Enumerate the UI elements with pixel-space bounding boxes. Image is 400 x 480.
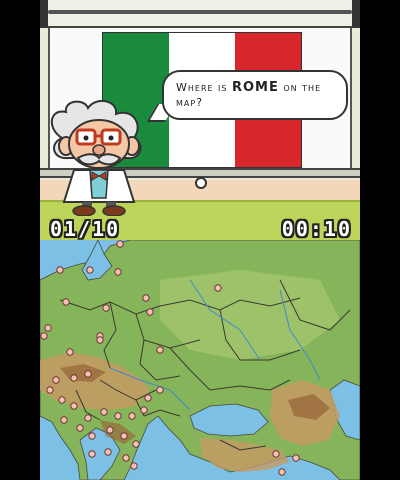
city-dot-icon[interactable] [144, 394, 152, 402]
city-dot-icon[interactable] [56, 266, 64, 274]
city-dot-icon[interactable] [114, 412, 122, 420]
rail-bar [48, 10, 352, 14]
city-dot-icon[interactable] [142, 294, 150, 302]
city-dot-icon[interactable] [104, 448, 112, 456]
city-dot-icon[interactable] [156, 346, 164, 354]
countdown-timer: 00:10 [281, 217, 352, 240]
city-dot-icon[interactable] [278, 468, 286, 476]
city-dot-icon[interactable] [70, 374, 78, 382]
question-progress: 01/10 [50, 217, 121, 240]
question-city: ROME [232, 80, 279, 95]
rail-bracket-left [40, 0, 48, 28]
question-text: Where is ROME on the map? [176, 80, 334, 110]
city-dot-icon[interactable] [70, 402, 78, 410]
city-dot-icon[interactable] [96, 336, 104, 344]
city-dot-icon[interactable] [272, 450, 280, 458]
city-dot-icon[interactable] [86, 266, 94, 274]
speech-bubble: Where is ROME on the map? [162, 70, 348, 120]
city-dot-icon[interactable] [100, 408, 108, 416]
top-screen: Where is ROME on the map? 01/10 00:10 [40, 0, 360, 240]
city-dot-icon[interactable] [46, 386, 54, 394]
city-dot-icon[interactable] [88, 450, 96, 458]
city-dot-icon[interactable] [122, 454, 130, 462]
city-dot-icon[interactable] [84, 414, 92, 422]
city-dot-icon[interactable] [102, 304, 110, 312]
city-dot-icon[interactable] [130, 462, 138, 470]
city-dot-icon[interactable] [58, 396, 66, 404]
city-dot-icon[interactable] [214, 284, 222, 292]
city-dot-icon[interactable] [60, 416, 68, 424]
city-dot-icon[interactable] [114, 268, 122, 276]
city-dot-icon[interactable] [146, 308, 154, 316]
rail-bracket-right [352, 0, 360, 28]
city-dot-icon[interactable] [52, 376, 60, 384]
city-dot-icon[interactable] [40, 332, 48, 340]
map-screen[interactable] [40, 240, 360, 480]
city-dot-icon[interactable] [128, 412, 136, 420]
city-dot-icon[interactable] [106, 426, 114, 434]
city-dot-icon[interactable] [132, 440, 140, 448]
city-dot-icon[interactable] [120, 432, 128, 440]
board-rail [40, 0, 360, 28]
city-dot-icon[interactable] [76, 424, 84, 432]
question-prefix: Where is [176, 81, 232, 94]
professor-character [51, 99, 142, 216]
city-dot-icon[interactable] [140, 406, 148, 414]
pull-knob-icon [195, 177, 207, 189]
city-dot-icon[interactable] [292, 454, 300, 462]
city-dot-icon[interactable] [116, 240, 124, 248]
city-dot-icon[interactable] [66, 348, 74, 356]
city-dot-icon[interactable] [156, 386, 164, 394]
europe-map[interactable] [40, 240, 360, 480]
city-dot-icon[interactable] [84, 370, 92, 378]
city-dot-icon[interactable] [62, 298, 70, 306]
city-dot-icon[interactable] [88, 432, 96, 440]
city-dot-icon[interactable] [44, 324, 52, 332]
